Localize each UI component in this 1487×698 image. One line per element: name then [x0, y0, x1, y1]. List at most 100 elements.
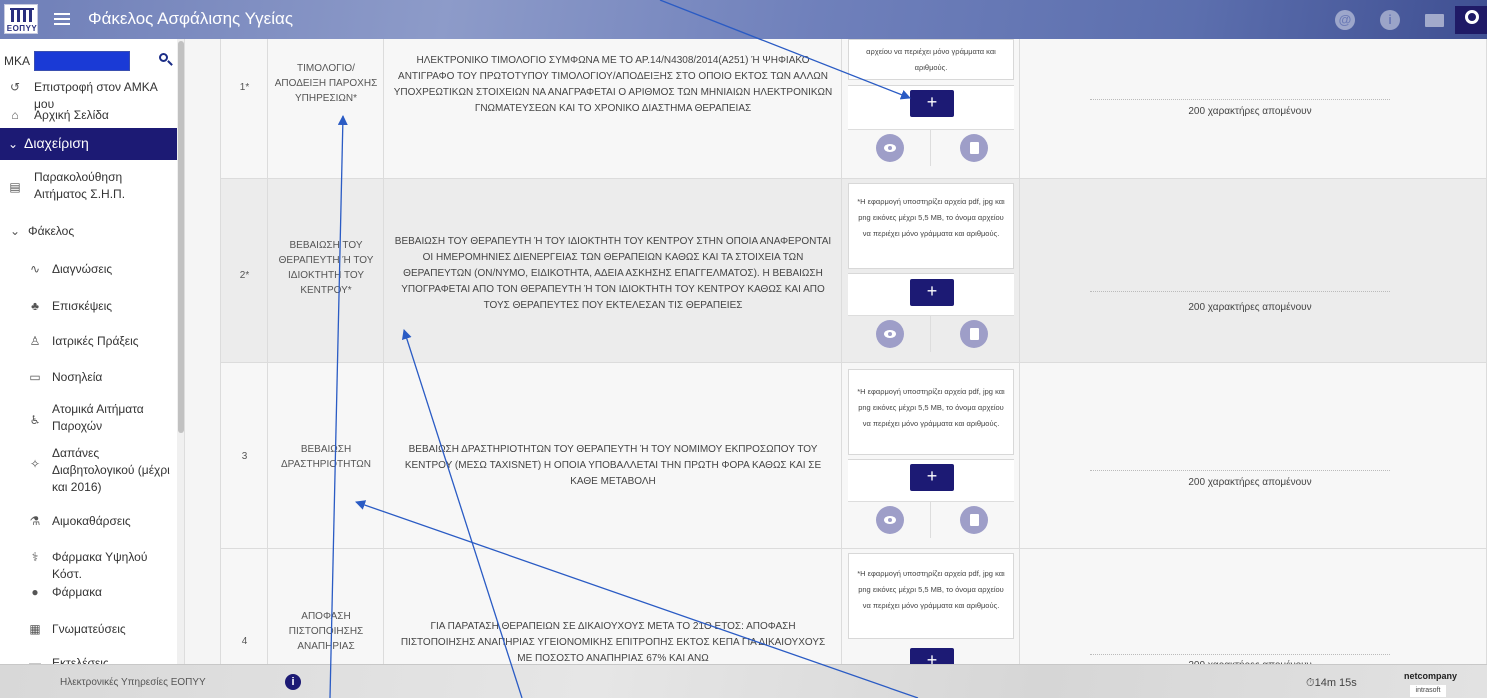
chars-remaining: 200 χαρακτήρες απομένουν	[1188, 477, 1312, 488]
sidebar: ΜΚΑ ↺ Επιστροφή στον ΑΜΚΑ μου ⌂ Αρχική Σ…	[0, 39, 185, 664]
sidebar-item-visits[interactable]: ♣ Επισκέψεις	[0, 296, 177, 316]
info-icon[interactable]: i	[285, 674, 301, 690]
delete-file-button[interactable]	[960, 506, 988, 534]
amka-input[interactable]	[34, 51, 130, 71]
footer: Ηλεκτρονικές Υπηρεσίες ΕΟΠΥΥ i ⏱14m 15s …	[0, 664, 1487, 698]
sidebar-item-executions[interactable]: ― Εκτελέσεις	[0, 653, 177, 664]
add-file-button[interactable]: +	[910, 90, 954, 117]
document-type: ΒΕΒΑΙΩΣΗ ΤΟΥ ΘΕΡΑΠΕΥΤΗ Ή ΤΟΥ ΙΔΙΟΚΤΗΤΗ Τ…	[278, 240, 374, 296]
table-row: 4 ΑΠΟΦΑΣΗ ΠΙΣΤΟΠΟΙΗΣΗΣ ΑΝΑΠΗΡΙΑΣ ΓΙΑ ΠΑΡ…	[220, 548, 1487, 664]
chevron-down-icon: ⌄	[8, 137, 19, 151]
sidebar-item-folder[interactable]: ⌄ Φάκελος	[0, 221, 177, 241]
view-file-button[interactable]	[876, 506, 904, 534]
clock-icon: ⏱	[1306, 677, 1315, 689]
row-number: 2*	[239, 270, 250, 281]
table-row: 3 ΒΕΒΑΙΩΣΗ ΔΡΑΣΤΗΡΙΟΤΗΤΩΝ ΒΕΒΑΙΩΣΗ ΔΡΑΣΤ…	[220, 362, 1487, 548]
sidebar-item-dialysis[interactable]: ⚗ Αιμοκαθάρσεις	[0, 511, 177, 531]
file-hint: *Η εφαρμογή υποστηρίζει αρχεία pdf, jpg …	[857, 569, 1005, 610]
at-icon[interactable]: @	[1335, 10, 1355, 30]
diabetes-icon: ✧	[29, 457, 41, 471]
delete-file-button[interactable]	[960, 320, 988, 348]
home-icon: ⌂	[11, 108, 19, 122]
sidebar-item-medical-acts[interactable]: ♙ Ιατρικές Πράξεις	[0, 331, 177, 351]
search-icon[interactable]	[158, 52, 174, 68]
notes-field[interactable]: 200 χαρακτήρες απομένουν	[1019, 363, 1487, 548]
sidebar-item-referrals[interactable]: ▦ Γνωματεύσεις	[0, 619, 177, 639]
file-hint-box: *Η εφαρμογή υποστηρίζει αρχεία pdf, jpg …	[848, 369, 1014, 455]
hamburger-menu-icon[interactable]	[52, 8, 74, 30]
notes-field[interactable]: 200 χαρακτήρες απομένουν	[1019, 39, 1487, 178]
chars-remaining: 200 χαρακτήρες απομένουν	[1188, 106, 1312, 117]
sidebar-item-home[interactable]: ⌂ Αρχική Σελίδα	[0, 105, 177, 125]
table-row: 1* ΤΙΜΟΛΟΓΙΟ/ ΑΠΟΔΕΙΞΗ ΠΑΡΟΧΗΣ ΥΠΗΡΕΣΙΩΝ…	[220, 39, 1487, 178]
eye-icon	[884, 330, 896, 338]
notes-field[interactable]: 200 χαρακτήρες απομένουν	[1019, 179, 1487, 362]
add-file-button[interactable]: +	[910, 464, 954, 491]
trash-icon	[970, 142, 979, 154]
view-file-button[interactable]	[876, 134, 904, 162]
delete-file-button[interactable]	[960, 134, 988, 162]
report-icon: ▦	[29, 622, 41, 636]
pulse-icon: ∿	[29, 262, 41, 276]
amka-label: ΜΚΑ	[4, 54, 31, 68]
row-number: 3	[241, 451, 248, 462]
file-hint-box: *Η εφαρμογή υποστηρίζει αρχεία pdf, jpg …	[848, 553, 1014, 639]
eye-icon	[884, 516, 896, 524]
logo-text: ΕΟΠΥΥ	[6, 24, 38, 33]
dialysis-icon: ⚗	[29, 514, 41, 528]
user-icon[interactable]	[1455, 6, 1487, 34]
pill-icon: ⚕	[31, 550, 39, 564]
amka-search: ΜΚΑ	[0, 51, 177, 73]
wheelchair-icon: ♿	[29, 413, 41, 427]
sidebar-item-hospitalization[interactable]: ▭ Νοσηλεία	[0, 367, 177, 387]
file-hint: *Η εφαρμογή υποστηρίζει αρχεία pdf, jpg …	[857, 197, 1005, 238]
sidebar-scrollbar[interactable]	[177, 39, 184, 664]
file-hint: αρχείου να περιέχει μόνο γράμματα και αρ…	[866, 47, 996, 72]
top-bar: ΕΟΠΥΥ Φάκελος Ασφάλισης Υγείας @ i	[0, 0, 1487, 39]
document-description: ΒΕΒΑΙΩΣΗ ΤΟΥ ΘΕΡΑΠΕΥΤΗ Ή ΤΟΥ ΙΔΙΟΚΤΗΤΗ Τ…	[394, 236, 832, 311]
row-number: 1*	[239, 82, 250, 93]
sidebar-item-request-tracking[interactable]: ▤ Παρακολούθηση Αιτήματος Σ.Η.Π.	[0, 169, 177, 205]
sidebar-item-diabetes-expenses[interactable]: ✧ Δαπάνες Διαβητολογικού (μέχρι και 2016…	[0, 445, 177, 494]
add-file-button[interactable]: +	[910, 648, 954, 664]
visit-icon: ♣	[31, 299, 39, 313]
sidebar-item-individual-requests[interactable]: ♿ Ατομικά Αιτήματα Παροχών	[0, 401, 177, 439]
mail-icon[interactable]	[1425, 14, 1444, 27]
documents-table: 1* ΤΙΜΟΛΟΓΙΟ/ ΑΠΟΔΕΙΞΗ ΠΑΡΟΧΗΣ ΥΠΗΡΕΣΙΩΝ…	[185, 39, 1487, 664]
document-icon: ▤	[9, 180, 21, 194]
sidebar-item-drugs[interactable]: ● Φάρμακα	[0, 582, 177, 602]
chars-remaining: 200 χαρακτήρες απομένουν	[1188, 302, 1312, 313]
document-type: ΒΕΒΑΙΩΣΗ ΔΡΑΣΤΗΡΙΟΤΗΤΩΝ	[281, 444, 371, 470]
document-description: ΓΙΑ ΠΑΡΑΤΑΣΗ ΘΕΡΑΠΕΙΩΝ ΣΕ ΔΙΚΑΙΟΥΧΟΥΣ ΜΕ…	[400, 621, 826, 664]
trash-icon	[970, 328, 979, 340]
document-description: ΗΛΕΚΤΡΟΝΙΚΟ ΤΙΜΟΛΟΓΙΟ ΣΥΜΦΩΝΑ ΜΕ ΤΟ ΑΡ.1…	[393, 55, 833, 114]
history-icon: ↺	[9, 80, 21, 94]
session-timer: ⏱14m 15s	[1306, 677, 1357, 689]
table-row: 2* ΒΕΒΑΙΩΣΗ ΤΟΥ ΘΕΡΑΠΕΥΤΗ Ή ΤΟΥ ΙΔΙΟΚΤΗΤ…	[220, 178, 1487, 362]
add-file-button[interactable]: +	[910, 279, 954, 306]
document-description: ΒΕΒΑΙΩΣΗ ΔΡΑΣΤΗΡΙΟΤΗΤΩΝ ΤΟΥ ΘΕΡΑΠΕΥΤΗ Ή …	[404, 444, 822, 487]
app-title: Φάκελος Ασφάλισης Υγείας	[88, 9, 294, 28]
info-icon[interactable]: i	[1380, 10, 1400, 30]
file-hint: *Η εφαρμογή υποστηρίζει αρχεία pdf, jpg …	[857, 387, 1005, 428]
sidebar-item-return-amka[interactable]: ↺ Επιστροφή στον ΑΜΚΑ μου	[0, 77, 177, 111]
footer-text: Ηλεκτρονικές Υπηρεσίες ΕΟΠΥΥ	[60, 677, 206, 688]
sidebar-item-management[interactable]: ⌄ Διαχείριση	[0, 128, 177, 160]
trash-icon	[970, 514, 979, 526]
sidebar-item-diagnoses[interactable]: ∿ Διαγνώσεις	[0, 259, 177, 279]
document-type: ΑΠΟΦΑΣΗ ΠΙΣΤΟΠΟΙΗΣΗΣ ΑΝΑΠΗΡΙΑΣ	[288, 611, 364, 652]
chevron-down-icon: ⌄	[9, 224, 21, 238]
intrasoft-logo: intrasoft	[1410, 685, 1446, 697]
notes-field[interactable]: 200 χαρακτήρες απομένουν	[1019, 549, 1487, 664]
columns-icon	[10, 8, 34, 23]
sidebar-scrollbar-thumb[interactable]	[178, 41, 184, 433]
netcompany-logo: netcompany	[1404, 671, 1458, 681]
view-file-button[interactable]	[876, 320, 904, 348]
pills-icon: ●	[31, 585, 39, 599]
sidebar-item-high-cost-drugs[interactable]: ⚕ Φάρμακα Υψηλού Κόστ.	[0, 547, 177, 581]
eye-icon	[884, 144, 896, 152]
list-icon: ―	[29, 656, 41, 664]
eopyy-logo[interactable]: ΕΟΠΥΥ	[4, 4, 38, 34]
file-hint-box: αρχείου να περιέχει μόνο γράμματα και αρ…	[848, 39, 1014, 80]
doctor-icon: ♙	[29, 334, 41, 348]
